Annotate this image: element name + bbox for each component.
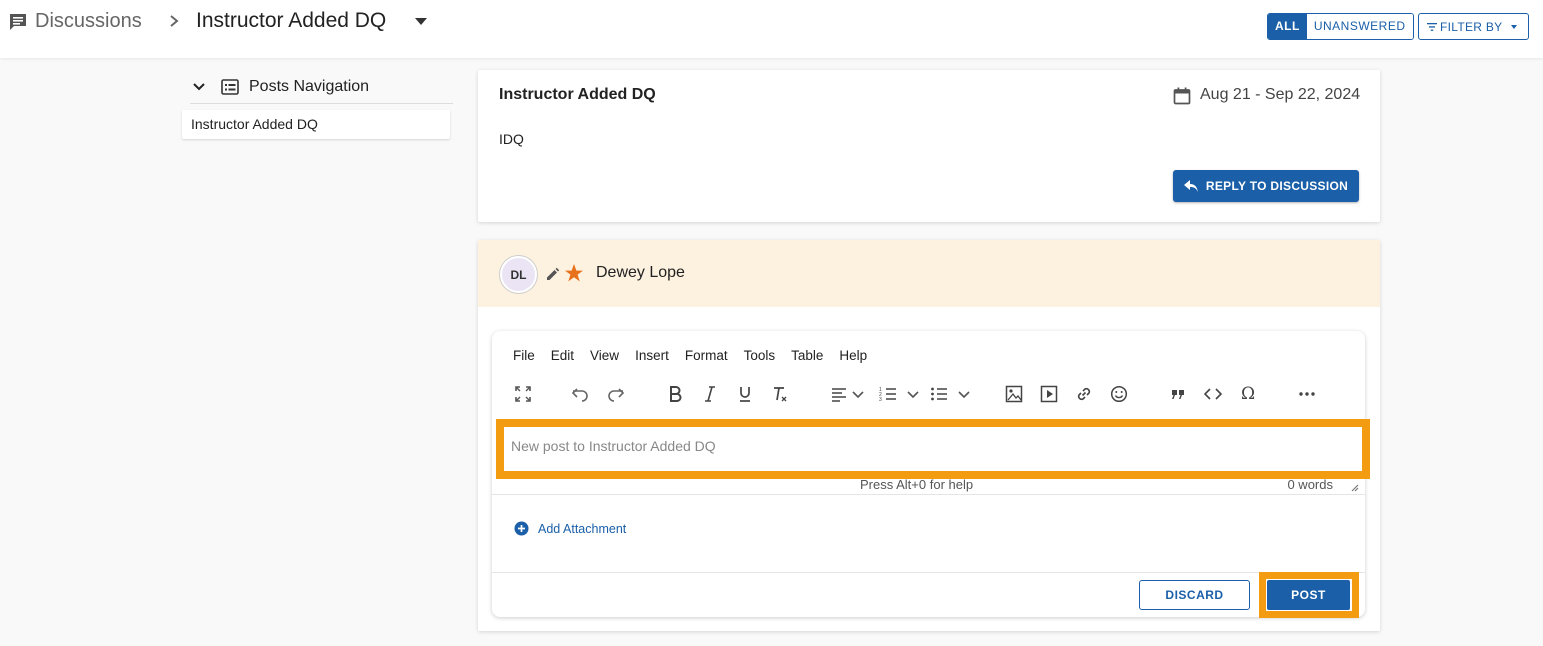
menu-format[interactable]: Format xyxy=(685,348,728,363)
chevron-right-icon xyxy=(170,15,179,27)
filter-unanswered-button[interactable]: UNANSWERED xyxy=(1306,14,1413,39)
top-bar: Discussions Instructor Added DQ ALL UNAN… xyxy=(0,0,1543,58)
svg-text:3: 3 xyxy=(879,397,882,403)
breadcrumb-discussions-link[interactable]: Discussions xyxy=(35,10,142,33)
blockquote-icon[interactable] xyxy=(1167,383,1189,405)
editor-menubar: File Edit View Insert Format Tools Table… xyxy=(513,348,883,363)
post-body-placeholder: New post to Instructor Added DQ xyxy=(511,438,716,454)
image-icon[interactable] xyxy=(1003,383,1025,405)
editor-toolbar: 123 Ω xyxy=(492,383,1365,407)
post-body-input[interactable]: New post to Instructor Added DQ xyxy=(496,419,1370,479)
reply-to-discussion-button[interactable]: REPLY TO DISCUSSION xyxy=(1173,170,1359,202)
fullscreen-icon[interactable] xyxy=(512,383,534,405)
plus-circle-icon xyxy=(514,521,529,536)
menu-help[interactable]: Help xyxy=(839,348,867,363)
author-name: Dewey Lope xyxy=(596,264,685,281)
rich-text-editor: File Edit View Insert Format Tools Table… xyxy=(492,331,1370,618)
topic-title: Instructor Added DQ xyxy=(499,86,656,103)
more-icon[interactable] xyxy=(1296,383,1318,405)
caret-down-icon xyxy=(1511,25,1517,29)
reply-to-discussion-label: REPLY TO DISCUSSION xyxy=(1205,179,1349,193)
topic-date-range: Aug 21 - Sep 22, 2024 xyxy=(1200,86,1361,103)
list-box-icon xyxy=(221,78,239,95)
posts-navigation-header[interactable]: Posts Navigation xyxy=(190,70,453,104)
topic-body: IDQ xyxy=(499,131,524,147)
code-icon[interactable] xyxy=(1202,383,1224,405)
underline-icon[interactable] xyxy=(734,383,756,405)
calendar-icon xyxy=(1173,87,1191,105)
emoji-icon[interactable] xyxy=(1108,383,1130,405)
add-attachment-label: Add Attachment xyxy=(538,521,627,536)
link-icon[interactable] xyxy=(1073,383,1095,405)
resize-handle-icon[interactable] xyxy=(1349,482,1359,492)
chevron-down-icon[interactable] xyxy=(953,383,975,405)
italic-icon[interactable] xyxy=(699,383,721,405)
media-icon[interactable] xyxy=(1038,383,1060,405)
special-char-icon[interactable]: Ω xyxy=(1237,383,1259,405)
star-icon xyxy=(565,264,583,282)
numbered-list-icon[interactable]: 123 xyxy=(877,383,899,405)
menu-edit[interactable]: Edit xyxy=(551,348,574,363)
filter-all-button[interactable]: ALL xyxy=(1268,14,1307,39)
menu-insert[interactable]: Insert xyxy=(635,348,669,363)
menu-view[interactable]: View xyxy=(590,348,619,363)
reply-arrow-icon xyxy=(1183,180,1198,192)
chevron-down-icon[interactable] xyxy=(847,383,869,405)
discard-button[interactable]: DISCARD xyxy=(1139,580,1250,610)
chevron-down-icon[interactable] xyxy=(902,383,924,405)
clear-format-icon[interactable] xyxy=(769,383,791,405)
filter-icon xyxy=(1427,22,1437,31)
new-post-card: DL Dewey Lope File Edit View Insert Form… xyxy=(478,240,1380,631)
filter-by-button[interactable]: FILTER BY xyxy=(1418,13,1529,40)
answer-filter-toggle: ALL UNANSWERED xyxy=(1267,13,1414,40)
topic-card: Instructor Added DQ Aug 21 - Sep 22, 202… xyxy=(478,70,1380,222)
help-hint: Press Alt+0 for help xyxy=(860,477,974,492)
chat-bubble-icon xyxy=(10,14,26,30)
menu-table[interactable]: Table xyxy=(791,348,823,363)
undo-icon[interactable] xyxy=(569,383,591,405)
page-title: Instructor Added DQ xyxy=(196,9,387,32)
redo-icon[interactable] xyxy=(605,383,627,405)
word-count[interactable]: 0 words xyxy=(1287,477,1333,492)
editor-statusbar: Press Alt+0 for help 0 words xyxy=(492,475,1365,495)
posts-navigation-title: Posts Navigation xyxy=(249,77,370,95)
avatar: DL xyxy=(500,256,537,293)
author-header: DL Dewey Lope xyxy=(478,240,1380,307)
menu-tools[interactable]: Tools xyxy=(744,348,776,363)
chevron-down-icon[interactable] xyxy=(193,82,205,91)
filter-by-label: FILTER BY xyxy=(1440,19,1503,34)
nav-item-instructor-added-dq[interactable]: Instructor Added DQ xyxy=(182,110,450,139)
add-attachment-link[interactable]: Add Attachment xyxy=(514,521,626,536)
post-button[interactable]: POST xyxy=(1267,580,1350,610)
caret-down-icon[interactable] xyxy=(415,18,427,26)
bold-icon[interactable] xyxy=(664,383,686,405)
menu-file[interactable]: File xyxy=(513,348,535,363)
pencil-icon xyxy=(547,267,560,280)
editor-footer-divider xyxy=(492,572,1365,573)
bullet-list-icon[interactable] xyxy=(928,383,950,405)
